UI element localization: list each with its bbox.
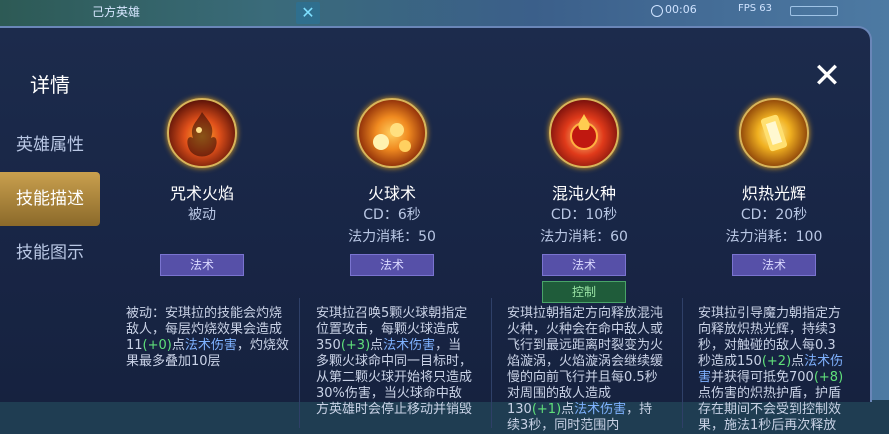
column-divider (491, 298, 492, 428)
desc-damage-type: 法术伤害 (184, 338, 237, 353)
desc-bonus: (+2) (761, 354, 792, 369)
skill-cd: CD：20秒 (740, 207, 808, 223)
skill-description-passive: 被动：安琪拉的技能会灼烧敌人，每层灼烧效果会造成11(+0)点法术伤害，灼烧效果… (126, 306, 294, 370)
skill-cd: CD：6秒 (363, 207, 421, 223)
tab-skill-diagram[interactable]: 技能图示 (0, 226, 100, 280)
column-divider (299, 298, 300, 428)
tag-magic: 法术 (350, 254, 434, 276)
desc-bonus: (+1) (531, 402, 562, 417)
skill-cd: CD：10秒 (550, 207, 618, 223)
tag-control: 控制 (542, 281, 626, 303)
fps-readout: FPS 63 (738, 3, 773, 14)
detail-panel: 详情 ✕ 英雄属性 技能描述 技能图示 咒术火焰 被动 法术 火球术 CD：6秒 (0, 26, 872, 433)
tab-hero-attributes[interactable]: 英雄属性 (0, 118, 100, 172)
desc-text: 点 (561, 402, 575, 417)
skill-name: 火球术 (367, 184, 416, 203)
skill-description-blazing-radiance: 安琪拉引导魔力朝指定方向释放炽热光辉，持续3秒，对触碰的敌人每0.3秒造成150… (698, 306, 848, 434)
desc-text: 点 (171, 338, 185, 353)
chaos-flame-orb-icon (549, 98, 619, 168)
skill-cost: 法力消耗：50 (348, 229, 436, 245)
close-button[interactable]: ✕ (804, 56, 850, 96)
tag-magic: 法术 (542, 254, 626, 276)
skill-name: 炽热光辉 (741, 184, 806, 203)
fireballs-icon (357, 98, 427, 168)
desc-text: 点 (791, 354, 805, 369)
skill-card-fireball[interactable]: 火球术 CD：6秒 法力消耗：50 法术 (302, 98, 482, 276)
tag-magic: 法术 (732, 254, 816, 276)
skill-description-chaos-flame: 安琪拉朝指定方向释放混沌火种，火种会在命中敌人或飞行到最远距离时裂变为火焰漩涡，… (507, 306, 665, 434)
desc-text: 点 (370, 338, 384, 353)
skill-card-passive[interactable]: 咒术火焰 被动 法术 (112, 98, 292, 276)
panel-title: 详情 (30, 73, 70, 97)
game-time: 00:06 (665, 3, 697, 16)
skill-cost: 法力消耗：60 (540, 229, 628, 245)
skill-cd: 被动 (188, 207, 216, 223)
skill-card-blazing-radiance[interactable]: 炽热光辉 CD：20秒 法力消耗：100 法术 (684, 98, 864, 276)
battery-icon (790, 6, 838, 16)
skill-name: 咒术火焰 (169, 184, 234, 203)
tab-skill-description[interactable]: 技能描述 (0, 172, 100, 226)
fire-spirit-icon (167, 98, 237, 168)
blazing-beam-icon (739, 98, 809, 168)
skill-description-fireball: 安琪拉召唤5颗火球朝指定位置攻击，每颗火球造成350(+3)点法术伤害，当多颗火… (316, 306, 474, 418)
status-bar: 己方英雄 ✕ 00:06 FPS 63 (0, 0, 889, 26)
desc-text: 并获得可抵免700 (711, 370, 814, 385)
desc-damage-type: 法术伤害 (383, 338, 436, 353)
allied-hero-label: 己方英雄 (92, 5, 141, 19)
clock-icon (651, 5, 663, 17)
tag-magic: 法术 (160, 254, 244, 276)
desc-bonus: (+3) (340, 338, 371, 353)
skill-name: 混沌火种 (551, 184, 616, 203)
skill-cost (112, 226, 292, 248)
desc-bonus: (+0) (142, 338, 172, 353)
column-divider (682, 298, 683, 428)
desc-bonus: (+8) (813, 370, 844, 385)
skill-cost: 法力消耗：100 (725, 229, 823, 245)
desc-damage-type: 法术伤害 (574, 402, 627, 417)
desc-text: 安琪拉朝指定方向释放混沌火种，火种会在命中敌人或飞行到最远距离时裂变为火焰漩涡，… (507, 306, 664, 417)
skill-card-chaos-flame[interactable]: 混沌火种 CD：10秒 法力消耗：60 法术 控制 (494, 98, 674, 303)
desc-text: 点伤害的炽热护盾，护盾存在期间不会受到控制效果，施法1秒后再次释放 (698, 386, 842, 433)
background-close-icon: ✕ (296, 2, 320, 24)
